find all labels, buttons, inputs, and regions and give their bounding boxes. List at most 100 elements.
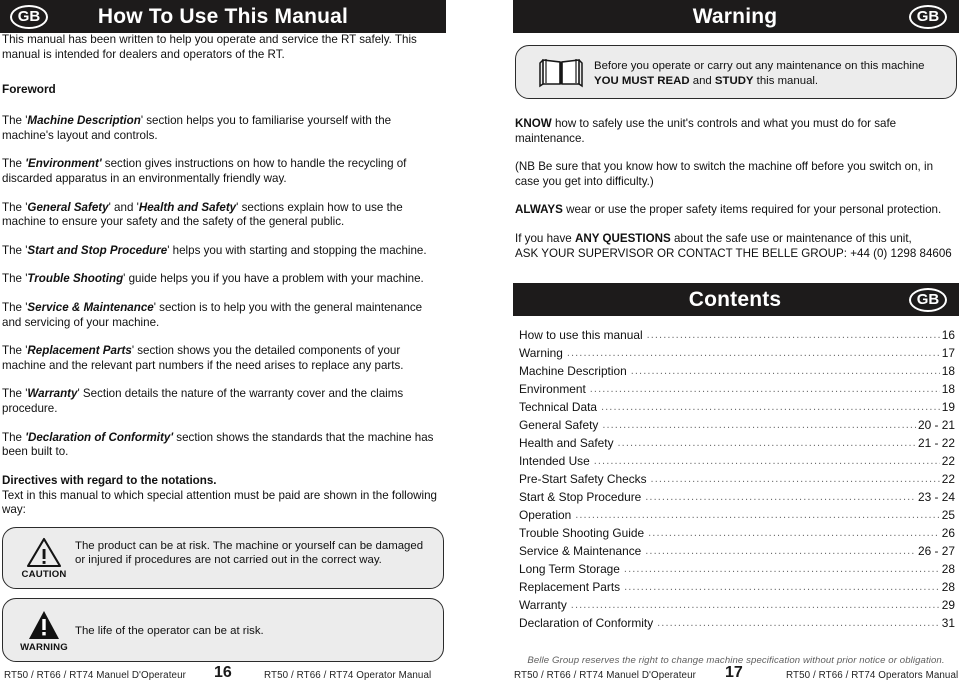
warning-section-header: Warning GB — [513, 0, 959, 33]
contents-section-title: Contents — [688, 288, 782, 312]
footer-left-page-number: 16 — [214, 664, 232, 681]
contents-row-label: Replacement Parts — [519, 580, 621, 595]
paragraph-service-maintenance: The 'Service & Maintenance' section is t… — [2, 301, 444, 330]
paragraph-environment: The 'Environment' section gives instruct… — [2, 157, 444, 186]
contents-row[interactable]: Declaration of Conformity...............… — [519, 615, 955, 633]
contents-row-page: 26 - 27 — [917, 544, 955, 559]
para-pre: The ' — [2, 300, 28, 314]
contents-row-label: Machine Description — [519, 364, 627, 379]
note-any-questions: If you have ANY QUESTIONS about the safe… — [515, 232, 957, 261]
read-bold-1: YOU MUST READ — [594, 74, 693, 87]
contents-row-label: Service & Maintenance — [519, 544, 642, 559]
gb-badge-icon: GB — [909, 4, 947, 29]
contents-row[interactable]: Pre-Start Safety Checks.................… — [519, 471, 955, 489]
contents-row[interactable]: Warranty................................… — [519, 597, 955, 615]
paragraph-declaration-conformity: The 'Declaration of Conformity' section … — [2, 431, 444, 460]
contents-row[interactable]: Operation...............................… — [519, 507, 955, 525]
contents-list: How to use this manual..................… — [513, 327, 959, 633]
contents-dot-leader: ........................................… — [575, 509, 940, 522]
foreword-heading: Foreword — [2, 82, 56, 97]
para-emphasis: 'Environment' — [25, 157, 102, 171]
note-bold: ALWAYS — [515, 203, 563, 217]
contents-section-header: Contents GB — [513, 283, 959, 317]
contents-row[interactable]: Long Term Storage.......................… — [519, 561, 955, 579]
contents-row[interactable]: Health and Safety.......................… — [519, 435, 955, 453]
para-pre: The — [2, 430, 26, 444]
paragraph-general-safety: The 'General Safety' and 'Health and Saf… — [2, 201, 444, 230]
note-text: wear or use the proper safety items requ… — [562, 203, 942, 217]
contents-row[interactable]: Trouble Shooting Guide..................… — [519, 525, 955, 543]
contents-row-page: 22 — [941, 454, 955, 469]
footer-right-page-number: 17 — [725, 664, 743, 681]
para-emphasis: 'Declaration of Conformity' — [25, 430, 174, 444]
contents-row[interactable]: Machine Description.....................… — [519, 363, 955, 381]
para-post: ' guide helps you if you have a problem … — [123, 272, 424, 286]
contents-row[interactable]: Replacement Parts.......................… — [519, 579, 955, 597]
contents-row-page: 31 — [941, 616, 955, 631]
gb-badge-icon: GB — [909, 287, 947, 312]
contents-row-page: 20 - 21 — [917, 418, 955, 433]
contents-row-page: 25 — [941, 508, 955, 523]
warning-text: The life of the operator can be at risk. — [75, 625, 264, 638]
directives-text: Text in this manual to which special att… — [2, 488, 438, 517]
contents-row-label: General Safety — [519, 418, 599, 433]
left-section-title: How To Use This Manual — [97, 5, 349, 28]
caution-label: CAUTION — [21, 568, 67, 580]
contents-row[interactable]: Environment.............................… — [519, 381, 955, 399]
footer-right-manual-fr: RT50 / RT66 / RT74 Manuel D'Operateur — [514, 670, 697, 681]
contents-row[interactable]: Technical Data..........................… — [519, 399, 955, 417]
read-bold-2: STUDY — [714, 74, 754, 87]
intro-paragraph: This manual has been written to help you… — [2, 33, 417, 61]
para-emphasis: Service & Maintenance — [27, 300, 154, 314]
contents-row-page: 19 — [941, 400, 955, 415]
contents-dot-leader: ........................................… — [645, 491, 916, 504]
para-emphasis: Machine Description — [27, 114, 141, 128]
contents-row-page: 26 — [941, 526, 955, 541]
note-know: KNOW how to safely use the unit's contro… — [515, 117, 957, 146]
contents-dot-leader: ........................................… — [646, 329, 940, 342]
contents-dot-leader: ........................................… — [617, 437, 916, 450]
caution-notice-box: CAUTION The product can be at risk. The … — [2, 526, 444, 589]
contents-row-label: Declaration of Conformity — [519, 616, 654, 631]
contents-dot-leader: ........................................… — [650, 473, 940, 486]
contents-row[interactable]: Warning.................................… — [519, 345, 955, 363]
questions-post: about the safe use or maintenance of thi… — [670, 231, 912, 245]
read-post: this manual. — [753, 74, 819, 87]
contents-row-label: Operation — [519, 508, 572, 523]
para-pre: The ' — [2, 387, 28, 401]
para-pre: The — [2, 157, 26, 171]
note-nb: (NB Be sure that you know how to switch … — [515, 160, 957, 189]
warning-label: WARNING — [20, 641, 68, 653]
contents-row[interactable]: Intended Use............................… — [519, 453, 955, 471]
contents-dot-leader: ........................................… — [593, 455, 940, 468]
contents-row[interactable]: How to use this manual..................… — [519, 327, 955, 345]
para-emphasis: General Safety — [27, 200, 109, 214]
warning-notice-box: WARNING The life of the operator can be … — [2, 597, 444, 662]
para-pre: The ' — [2, 200, 28, 214]
contents-row[interactable]: Start & Stop Procedure..................… — [519, 489, 955, 507]
contents-dot-leader: ........................................… — [624, 581, 940, 594]
questions-bold: ANY QUESTIONS — [574, 231, 671, 245]
paragraph-replacement-parts: The 'Replacement Parts' section shows yo… — [2, 344, 444, 373]
contents-row-page: 29 — [941, 598, 955, 613]
contents-row[interactable]: Service & Maintenance...................… — [519, 543, 955, 561]
open-book-icon — [539, 59, 583, 88]
page-footer: RT50 / RT66 / RT74 Manuel D'Operateur 16… — [0, 664, 959, 690]
contents-row[interactable]: General Safety..........................… — [519, 417, 955, 435]
para-emphasis: Warranty — [27, 387, 78, 401]
warning-icon-group: WARNING — [13, 609, 75, 653]
contents-row-label: Warranty — [519, 598, 567, 613]
para-emphasis: Replacement Parts — [27, 344, 132, 358]
contents-row-label: Pre-Start Safety Checks — [519, 472, 647, 487]
para-mid: ' and ' — [108, 200, 139, 214]
footer-right-manual-en: RT50 / RT66 / RT74 Operators Manual — [786, 670, 959, 681]
note-text: (NB Be sure that you know how to switch … — [515, 160, 934, 188]
paragraph-start-stop: The 'Start and Stop Procedure' helps you… — [2, 244, 444, 259]
book-icon-group — [528, 55, 594, 89]
left-section-header: GB How To Use This Manual — [0, 0, 446, 33]
read-pre: Before you operate or carry out any main… — [594, 59, 925, 72]
left-body-copy: This manual has been written to help you… — [0, 33, 446, 662]
contents-row-label: Technical Data — [519, 400, 597, 415]
contents-dot-leader: ........................................… — [623, 563, 940, 576]
contents-row-label: Intended Use — [519, 454, 590, 469]
